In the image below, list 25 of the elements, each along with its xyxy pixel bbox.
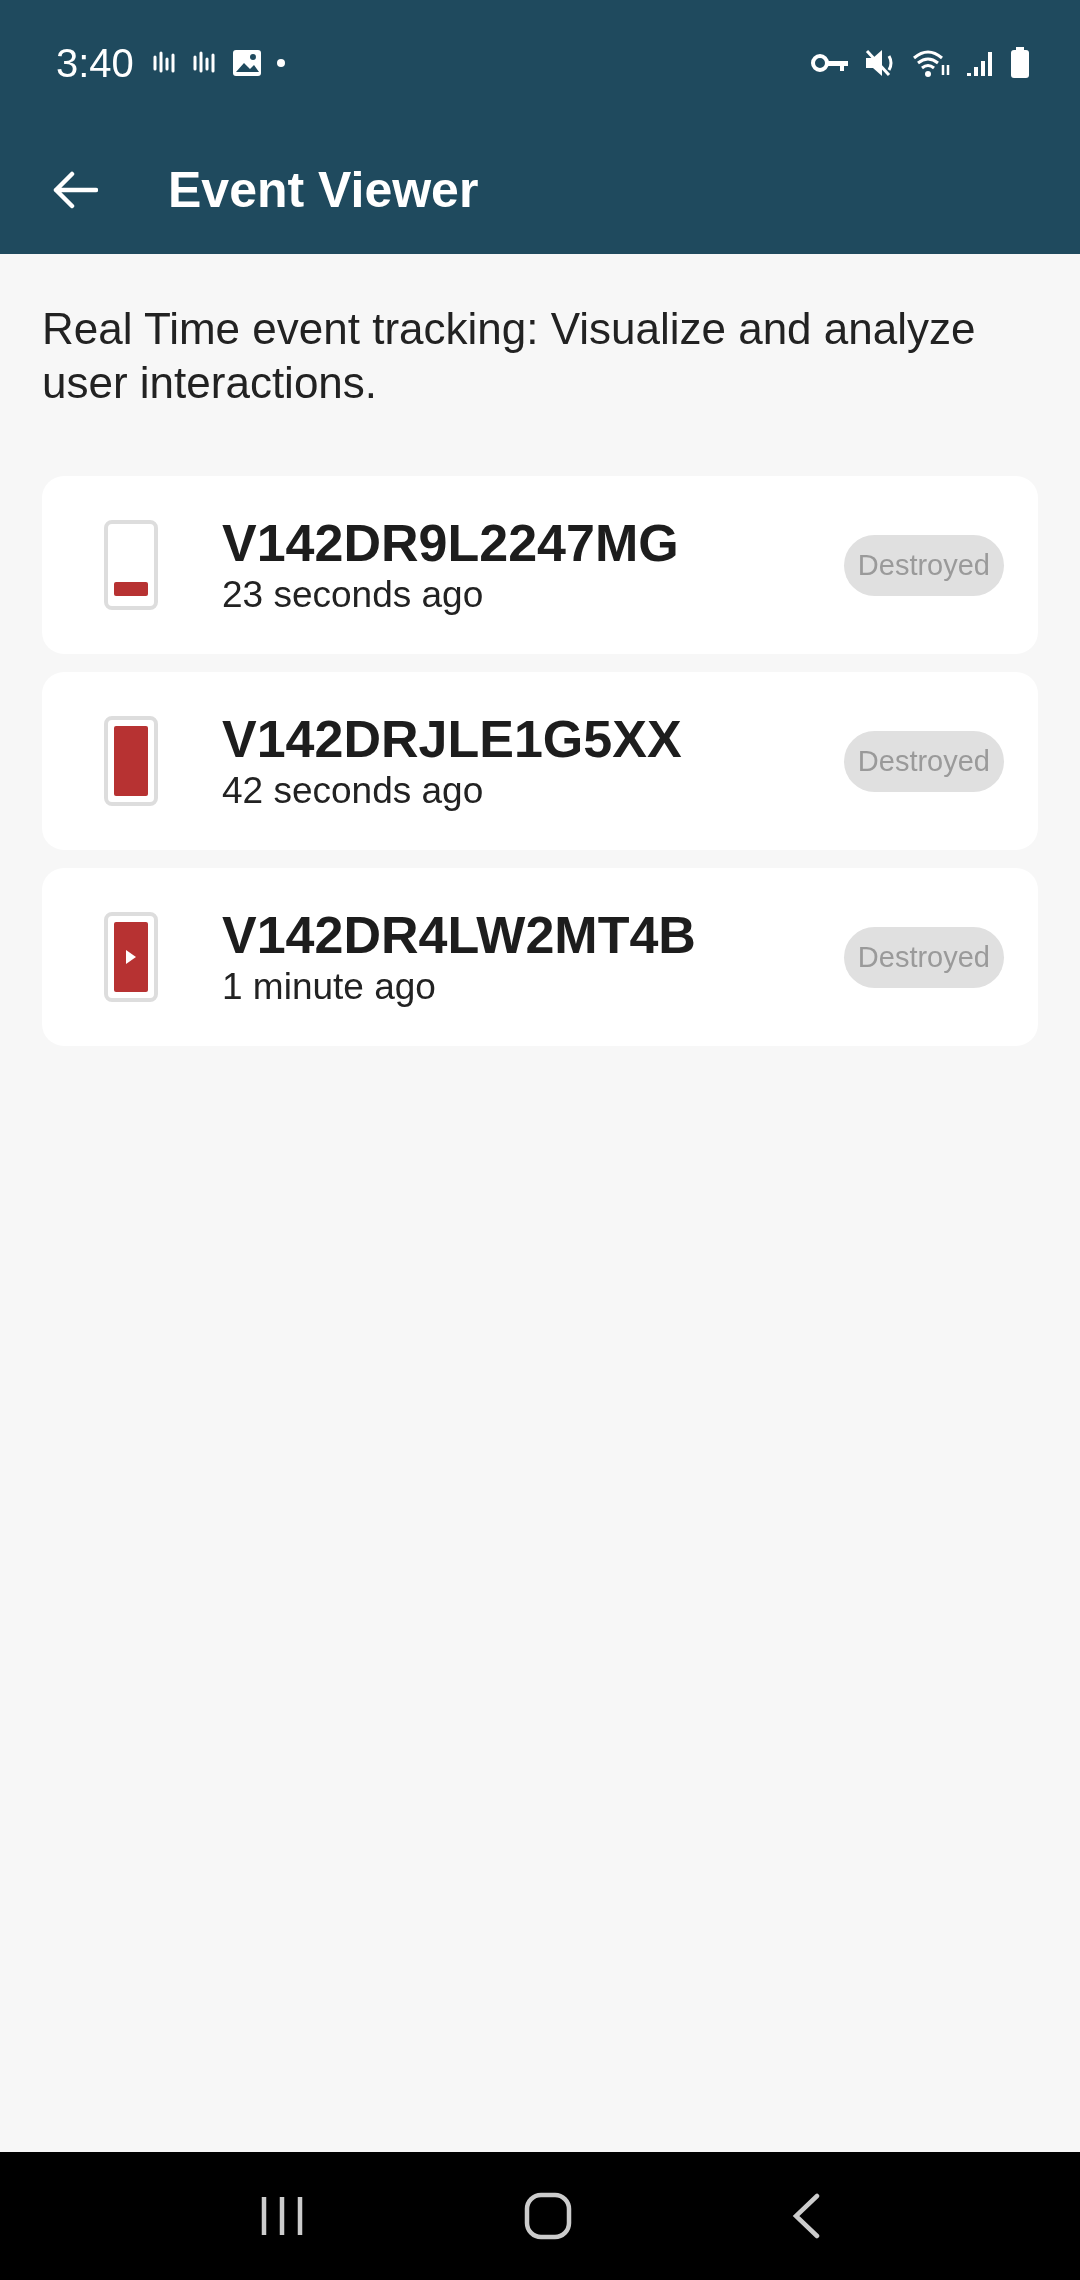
status-badge: Destroyed: [843, 534, 1004, 596]
battery-icon: [1010, 47, 1030, 79]
event-time: 23 seconds ago: [222, 573, 485, 617]
description-text: Real Time event tracking: Visualize and analyze user interactions.: [42, 303, 977, 409]
event-card[interactable]: V142DR9L2247MG 23 seconds ago Destroyed: [42, 476, 1038, 654]
image-icon: [231, 49, 262, 77]
home-icon[interactable]: [524, 2192, 572, 2240]
back-icon[interactable]: [52, 170, 98, 210]
event-id: V142DRJLE1G5XX: [222, 709, 683, 769]
event-id: V142DR9L2247MG: [222, 513, 680, 573]
event-time: 42 seconds ago: [222, 769, 485, 813]
status-badge: Destroyed: [843, 926, 1004, 988]
event-id: V142DR4LW2MT4B: [222, 905, 697, 965]
event-card[interactable]: V142DR4LW2MT4B 1 minute ago Destroyed: [42, 868, 1038, 1046]
status-badge: Destroyed: [843, 730, 1004, 792]
back-nav-icon[interactable]: [790, 2193, 821, 2239]
wifi-icon: [912, 47, 952, 79]
app-bar-title: Event Viewer: [168, 161, 479, 219]
device-icon: [104, 912, 158, 1002]
event-card[interactable]: V142DRJLE1G5XX 42 seconds ago Destroyed: [42, 672, 1038, 850]
status-time: 3:40: [56, 40, 134, 86]
event-time: 1 minute ago: [222, 965, 437, 1009]
dot-icon: [275, 58, 286, 68]
device-icon: [104, 716, 158, 806]
device-icon: [104, 520, 158, 610]
